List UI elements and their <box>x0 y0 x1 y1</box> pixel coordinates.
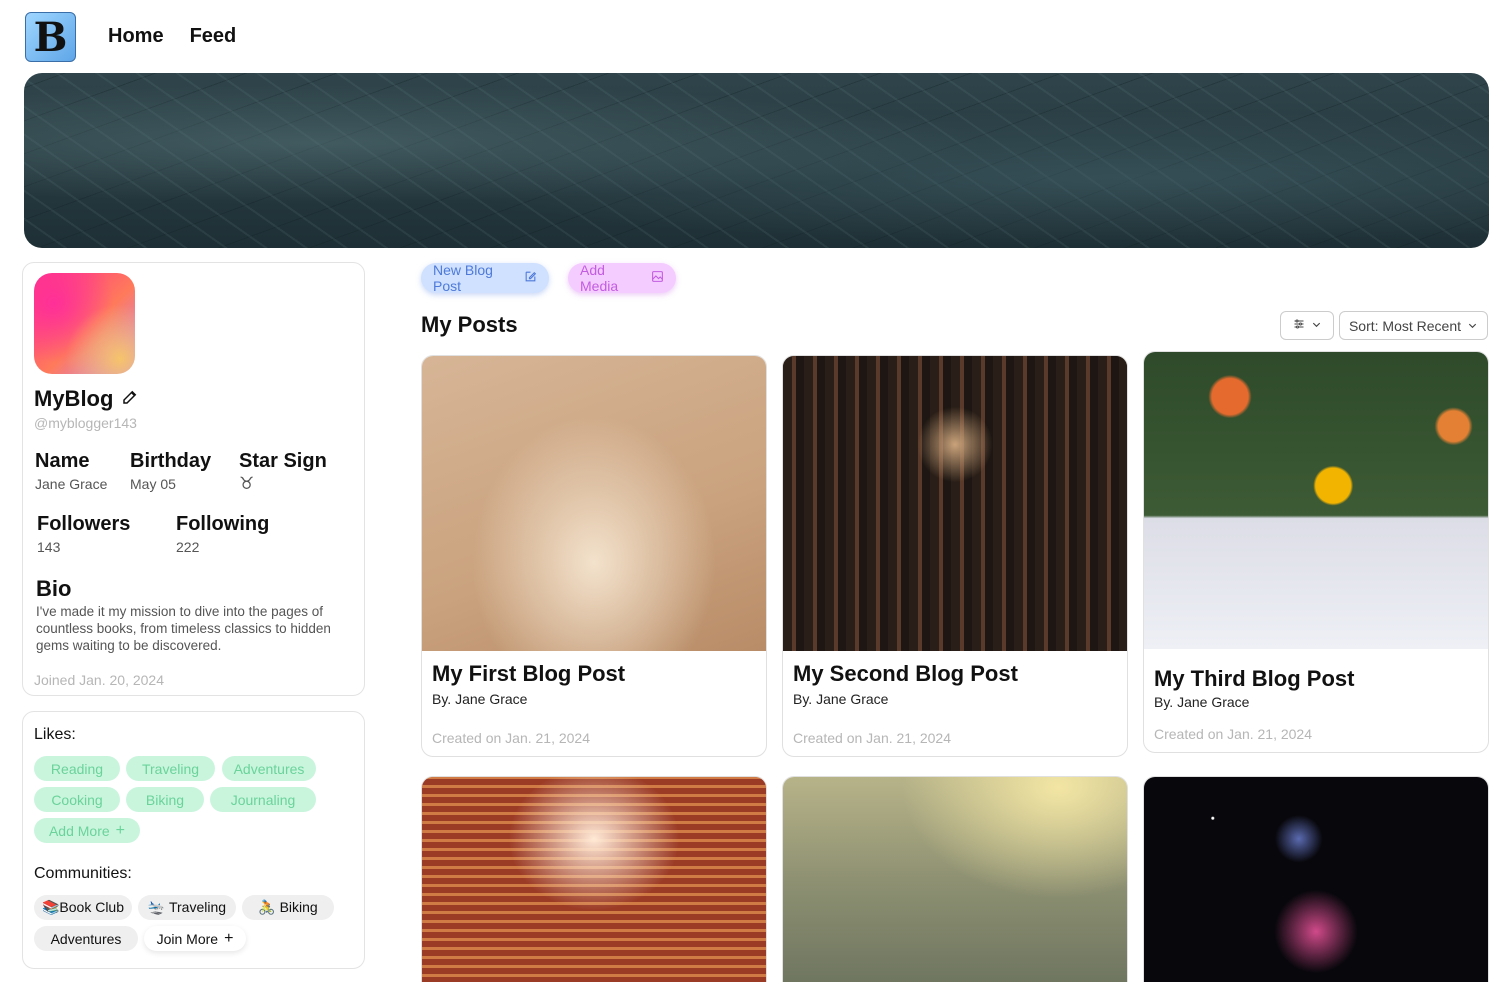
post-author: By. Jane Grace <box>432 691 528 707</box>
avatar[interactable] <box>34 273 135 374</box>
top-navigation: B Home Feed <box>0 0 1512 72</box>
add-media-button[interactable]: Add Media <box>568 262 676 294</box>
add-more-likes-button[interactable]: Add More + <box>34 818 140 843</box>
post-card[interactable]: My Second Blog Post By. Jane Grace Creat… <box>782 355 1128 757</box>
bio-label: Bio <box>36 576 72 601</box>
interests-card: Likes: Reading Traveling Adventures Cook… <box>22 711 365 969</box>
post-title[interactable]: My Second Blog Post <box>793 661 1018 687</box>
post-cover-image <box>422 356 766 651</box>
main-nav: Home Feed <box>108 25 236 48</box>
post-title[interactable]: My First Blog Post <box>432 661 625 687</box>
post-card[interactable] <box>1143 776 1489 982</box>
post-card[interactable] <box>421 776 767 982</box>
chevron-down-icon <box>1467 318 1478 334</box>
like-tag[interactable]: Journaling <box>210 787 316 812</box>
sort-dropdown[interactable]: Sort: Most Recent <box>1339 311 1488 340</box>
taurus-sign-icon: ♉ <box>239 474 255 493</box>
my-posts-heading: My Posts <box>421 312 518 337</box>
post-date: Created on Jan. 21, 2024 <box>793 730 952 746</box>
nav-home-link[interactable]: Home <box>108 25 164 48</box>
cover-banner-image <box>24 73 1489 248</box>
chevron-down-icon <box>1311 317 1322 335</box>
community-tag[interactable]: 🚴 Biking <box>242 895 334 920</box>
post-title[interactable]: My Third Blog Post <box>1154 666 1354 692</box>
profile-card: MyBlog @myblogger143 Name Jane Grace Bir… <box>22 262 365 696</box>
filter-dropdown-button[interactable] <box>1280 311 1334 340</box>
edit-square-icon <box>524 270 537 286</box>
joined-date: Joined Jan. 20, 2024 <box>34 672 164 688</box>
like-tag[interactable]: Adventures <box>222 756 316 781</box>
join-more-communities-button[interactable]: Join More + <box>144 926 246 951</box>
communities-title: Communities: <box>34 865 132 882</box>
post-cover-image <box>783 356 1127 651</box>
new-blog-post-label: New Blog Post <box>433 262 493 294</box>
new-blog-post-button[interactable]: New Blog Post <box>421 262 549 294</box>
logo[interactable]: B <box>25 12 76 62</box>
plus-icon: + <box>224 929 234 947</box>
blog-name: MyBlog <box>34 386 114 411</box>
post-cover-image <box>783 777 1127 982</box>
sort-label: Sort: Most Recent <box>1348 317 1462 334</box>
name-value: Jane Grace <box>35 476 108 492</box>
community-tag[interactable]: Adventures <box>34 926 138 951</box>
post-author: By. Jane Grace <box>1154 694 1250 710</box>
post-date: Created on Jan. 21, 2024 <box>1154 726 1313 742</box>
following-count: 222 <box>176 539 200 555</box>
sliders-icon <box>1293 317 1305 335</box>
post-card[interactable]: My Third Blog Post By. Jane Grace Create… <box>1143 351 1489 753</box>
image-icon <box>651 270 664 286</box>
like-tag[interactable]: Cooking <box>34 787 120 812</box>
blog-name-row: MyBlog <box>34 386 139 412</box>
post-cover-image <box>1144 777 1488 982</box>
birthday-label: Birthday <box>130 450 212 472</box>
birthday-value: May 05 <box>130 476 176 492</box>
star-sign-label: Star Sign <box>239 450 327 472</box>
post-author: By. Jane Grace <box>793 691 889 707</box>
like-tag[interactable]: Biking <box>126 787 204 812</box>
followers-label[interactable]: Followers <box>37 513 130 536</box>
like-tag[interactable]: Reading <box>34 756 120 781</box>
post-card[interactable]: My First Blog Post By. Jane Grace Create… <box>421 355 767 757</box>
likes-title: Likes: <box>34 726 76 743</box>
add-more-label: Add More <box>48 822 110 839</box>
profile-handle: @myblogger143 <box>34 415 137 431</box>
community-tag[interactable]: 📚Book Club <box>34 895 132 920</box>
plus-icon: + <box>115 821 126 839</box>
join-more-label: Join More <box>156 930 219 947</box>
following-label[interactable]: Following <box>176 513 269 536</box>
add-media-label: Add Media <box>580 262 619 294</box>
post-cover-image <box>1144 352 1488 649</box>
like-tag[interactable]: Traveling <box>126 756 215 781</box>
community-tag[interactable]: 🛬 Traveling <box>138 895 236 920</box>
bio-text: I've made it my mission to dive into the… <box>36 604 331 653</box>
followers-count: 143 <box>37 539 61 555</box>
post-cover-image <box>422 777 766 982</box>
name-label: Name <box>35 450 90 472</box>
edit-pencil-icon[interactable] <box>121 386 139 412</box>
post-card[interactable] <box>782 776 1128 982</box>
post-date: Created on Jan. 21, 2024 <box>432 730 591 746</box>
nav-feed-link[interactable]: Feed <box>190 25 237 48</box>
